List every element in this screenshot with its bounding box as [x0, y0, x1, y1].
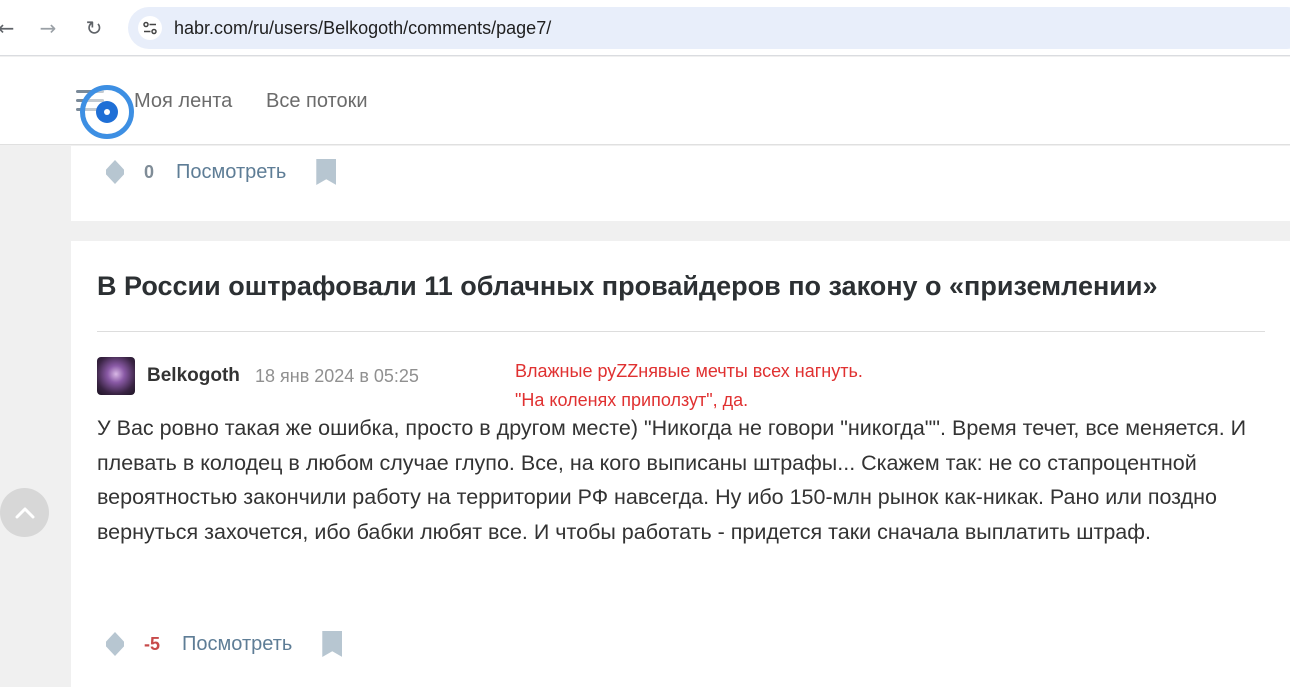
comment-score: 0	[144, 161, 155, 182]
forward-button[interactable]: →	[32, 12, 64, 44]
bookmark-icon[interactable]	[322, 631, 343, 657]
annotation-line: Влажные руZZнявые мечты всех нагнуть.	[515, 361, 863, 381]
vote-icon[interactable]	[106, 632, 124, 656]
avatar[interactable]	[97, 357, 135, 395]
vote-icon[interactable]	[106, 160, 124, 184]
address-bar[interactable]: habr.com/ru/users/Belkogoth/comments/pag…	[128, 7, 1290, 49]
browser-toolbar: ← → ↻ habr.com/ru/users/Belkogoth/commen…	[0, 0, 1290, 56]
post-title-link[interactable]: В России оштрафовали 11 облачных провайд…	[97, 271, 1158, 302]
previous-comment-card: 0 Посмотреть	[71, 146, 1290, 221]
nav-link-my-feed[interactable]: Моя лента	[134, 90, 232, 113]
back-button[interactable]: ←	[0, 12, 22, 44]
chevron-up-icon	[15, 507, 34, 518]
comment-footer: 0 Посмотреть	[106, 157, 337, 187]
site-header: Моя лента Все потоки	[0, 57, 1290, 145]
reload-button[interactable]: ↻	[78, 12, 110, 44]
comment-card: В России оштрафовали 11 облачных провайд…	[71, 241, 1290, 687]
comment-timestamp[interactable]: 18 янв 2024 в 05:25	[255, 366, 419, 387]
annotation-note: Влажные руZZнявые мечты всех нагнуть. "Н…	[515, 357, 863, 415]
site-info-icon[interactable]	[138, 16, 162, 40]
url-text[interactable]: habr.com/ru/users/Belkogoth/comments/pag…	[174, 18, 551, 39]
view-link[interactable]: Посмотреть	[176, 161, 286, 184]
comment-footer: -5 Посмотреть	[106, 629, 343, 659]
view-link[interactable]: Посмотреть	[182, 633, 292, 656]
nav-link-all-streams[interactable]: Все потоки	[266, 90, 368, 113]
author-link[interactable]: Belkogoth	[147, 365, 240, 387]
scroll-to-top-button[interactable]	[0, 488, 49, 537]
comment-text: У Вас ровно такая же ошибка, просто в др…	[97, 416, 1247, 544]
divider	[97, 331, 1265, 332]
comment-score: -5	[144, 633, 161, 654]
bookmark-icon[interactable]	[316, 159, 337, 185]
cursor-pointer	[96, 101, 118, 123]
